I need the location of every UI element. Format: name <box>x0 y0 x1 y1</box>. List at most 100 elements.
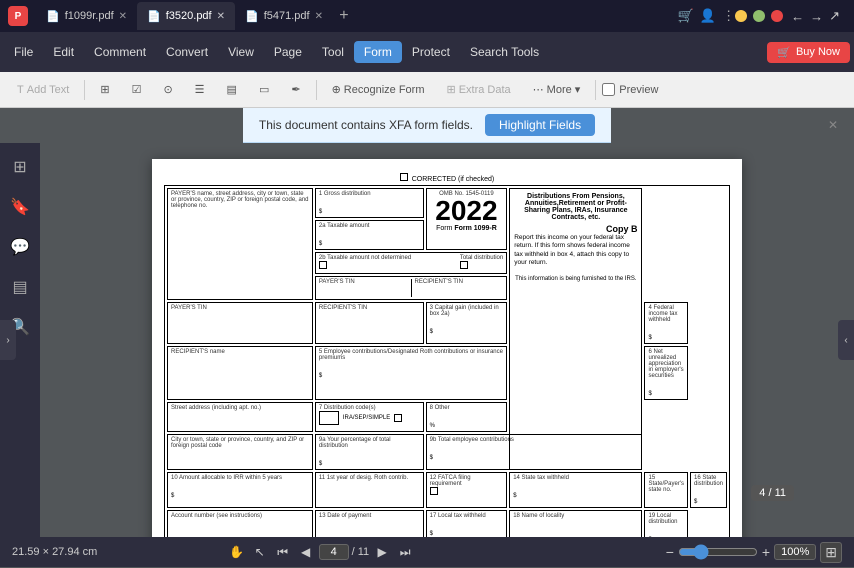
recognize-form-button[interactable]: ⊕ Recognize Form <box>323 79 434 100</box>
selection-tool-button[interactable]: ↖ <box>250 542 270 562</box>
payer-name-value[interactable] <box>171 209 309 259</box>
check-tool-button[interactable]: ☑ <box>123 79 151 100</box>
recipient-tin-value[interactable] <box>415 285 504 297</box>
box2a-value[interactable] <box>319 229 420 241</box>
box19-value[interactable] <box>648 525 684 537</box>
form-title-value: Form 1099-R <box>454 225 496 232</box>
hand-tool-button[interactable]: ✋ <box>227 542 247 562</box>
combo-tool-button[interactable]: ▤ <box>218 79 246 100</box>
city-value[interactable] <box>171 449 309 463</box>
box17-dollar: $ <box>430 531 504 537</box>
box2b-checkbox[interactable] <box>319 261 327 269</box>
maximize-button[interactable] <box>753 10 765 22</box>
pdf-document: CORRECTED (if checked) PAYER'S name, str… <box>152 159 742 537</box>
tab-f3520[interactable]: 📄 f3520.pdf ✕ <box>137 2 235 30</box>
menu-page[interactable]: Page <box>264 41 312 63</box>
cart-icon[interactable]: 🛒 <box>678 8 694 24</box>
box9b-value[interactable] <box>430 443 639 455</box>
payer-tin2-value[interactable] <box>171 311 309 325</box>
box16-value[interactable] <box>694 487 723 499</box>
total-dist-checkbox[interactable] <box>460 261 468 269</box>
highlight-fields-button[interactable]: Highlight Fields <box>485 114 595 136</box>
user-icon[interactable]: 👤 <box>700 8 716 24</box>
page-input[interactable] <box>319 544 349 560</box>
radio-tool-button[interactable]: ⊙ <box>154 79 181 100</box>
banner-close-button[interactable]: ✕ <box>828 118 838 132</box>
nav-back-icon[interactable]: ← <box>791 9 804 24</box>
box3-value[interactable] <box>430 317 504 329</box>
corrected-checkbox[interactable] <box>400 173 408 181</box>
menu-comment[interactable]: Comment <box>84 41 156 63</box>
zoom-slider[interactable] <box>678 544 758 560</box>
tab-f5471[interactable]: 📄 f5471.pdf ✕ <box>235 2 333 30</box>
right-panel-toggle[interactable]: ‹ <box>838 320 854 360</box>
sidebar-pages-icon[interactable]: ⊞ <box>4 151 36 183</box>
nav-last-button[interactable]: ⏭ <box>395 542 415 562</box>
box11-value[interactable] <box>319 481 420 493</box>
box8-value[interactable] <box>430 411 504 423</box>
close-button[interactable] <box>771 10 783 22</box>
tab-close-1[interactable]: ✕ <box>119 11 127 22</box>
box7b-checkbox[interactable] <box>394 414 402 422</box>
menu-file[interactable]: File <box>4 41 43 63</box>
menu-form[interactable]: Form <box>354 41 402 63</box>
box10-value[interactable] <box>171 481 309 493</box>
sign-tool-button[interactable]: ✒ <box>282 79 309 100</box>
main-area: ⊞ 🔖 💬 ▤ 🔍 › CORRECTED (if checked) PAYER… <box>0 143 854 537</box>
menu-convert[interactable]: Convert <box>156 41 218 63</box>
overflow-menu-icon[interactable]: ⋮ <box>722 8 735 24</box>
pdf-area[interactable]: CORRECTED (if checked) PAYER'S name, str… <box>40 143 854 537</box>
buy-now-button[interactable]: 🛒 Buy Now <box>767 42 850 63</box>
nav-first-button[interactable]: ⏮ <box>273 542 293 562</box>
payer-name-label: PAYER'S name, street address, city or to… <box>171 191 309 209</box>
box6-value[interactable] <box>648 379 684 391</box>
menu-searchtools[interactable]: Search Tools <box>460 41 549 63</box>
new-tab-button[interactable]: + <box>333 5 355 27</box>
recipient-name-value[interactable] <box>171 355 309 369</box>
btn-tool-button[interactable]: ▭ <box>250 79 278 100</box>
sidebar-bookmarks-icon[interactable]: 🔖 <box>4 191 36 223</box>
fit-page-button[interactable]: ⊞ <box>820 542 842 563</box>
external-link-icon[interactable]: ↗ <box>829 8 840 24</box>
nav-prev-button[interactable]: ◀ <box>296 542 316 562</box>
tab-close-2[interactable]: ✕ <box>217 11 225 22</box>
tab-f1099r[interactable]: 📄 f1099r.pdf ✕ <box>36 2 137 30</box>
nav-next-button[interactable]: ▶ <box>372 542 392 562</box>
box17-cell: 17 Local tax withheld $ <box>426 510 508 537</box>
box14-value[interactable] <box>513 481 638 493</box>
extra-data-button[interactable]: ⊞ Extra Data <box>437 79 519 100</box>
add-text-button[interactable]: T Add Text <box>8 80 78 100</box>
sidebar-layers-icon[interactable]: ▤ <box>4 271 36 303</box>
list-tool-button[interactable]: ☰ <box>186 79 214 100</box>
menu-protect[interactable]: Protect <box>402 41 460 63</box>
tab-close-3[interactable]: ✕ <box>315 11 323 22</box>
recognize-form-label: Recognize Form <box>344 84 425 96</box>
box4-value[interactable] <box>648 323 684 335</box>
zoom-out-button[interactable]: − <box>666 544 674 560</box>
box17-value[interactable] <box>430 519 504 531</box>
payer-tin-value[interactable] <box>319 285 408 297</box>
box7-value[interactable] <box>319 411 339 425</box>
menu-tool[interactable]: Tool <box>312 41 354 63</box>
zoom-in-button[interactable]: + <box>762 544 770 560</box>
box1-value[interactable] <box>319 197 420 209</box>
preview-label: Preview <box>619 84 658 96</box>
box9a-value[interactable] <box>319 449 420 461</box>
recipient-tin2-value[interactable] <box>319 311 420 325</box>
box13-value[interactable] <box>319 519 420 531</box>
nav-forward-icon[interactable]: → <box>810 9 823 24</box>
select-tool-button[interactable]: ⊞ <box>91 79 118 100</box>
minimize-button[interactable] <box>735 10 747 22</box>
box18-value[interactable] <box>513 519 638 531</box>
account-value[interactable] <box>171 519 309 531</box>
box12-checkbox[interactable] <box>430 487 438 495</box>
sidebar-comments-icon[interactable]: 💬 <box>4 231 36 263</box>
more-button[interactable]: ⋯ More ▾ <box>524 79 590 100</box>
box15-value[interactable] <box>648 493 684 505</box>
box5-value[interactable] <box>319 361 503 373</box>
left-panel-toggle[interactable]: › <box>0 320 16 360</box>
menu-edit[interactable]: Edit <box>43 41 84 63</box>
street-value[interactable] <box>171 411 309 425</box>
menu-view[interactable]: View <box>218 41 264 63</box>
preview-checkbox[interactable] <box>602 83 615 96</box>
